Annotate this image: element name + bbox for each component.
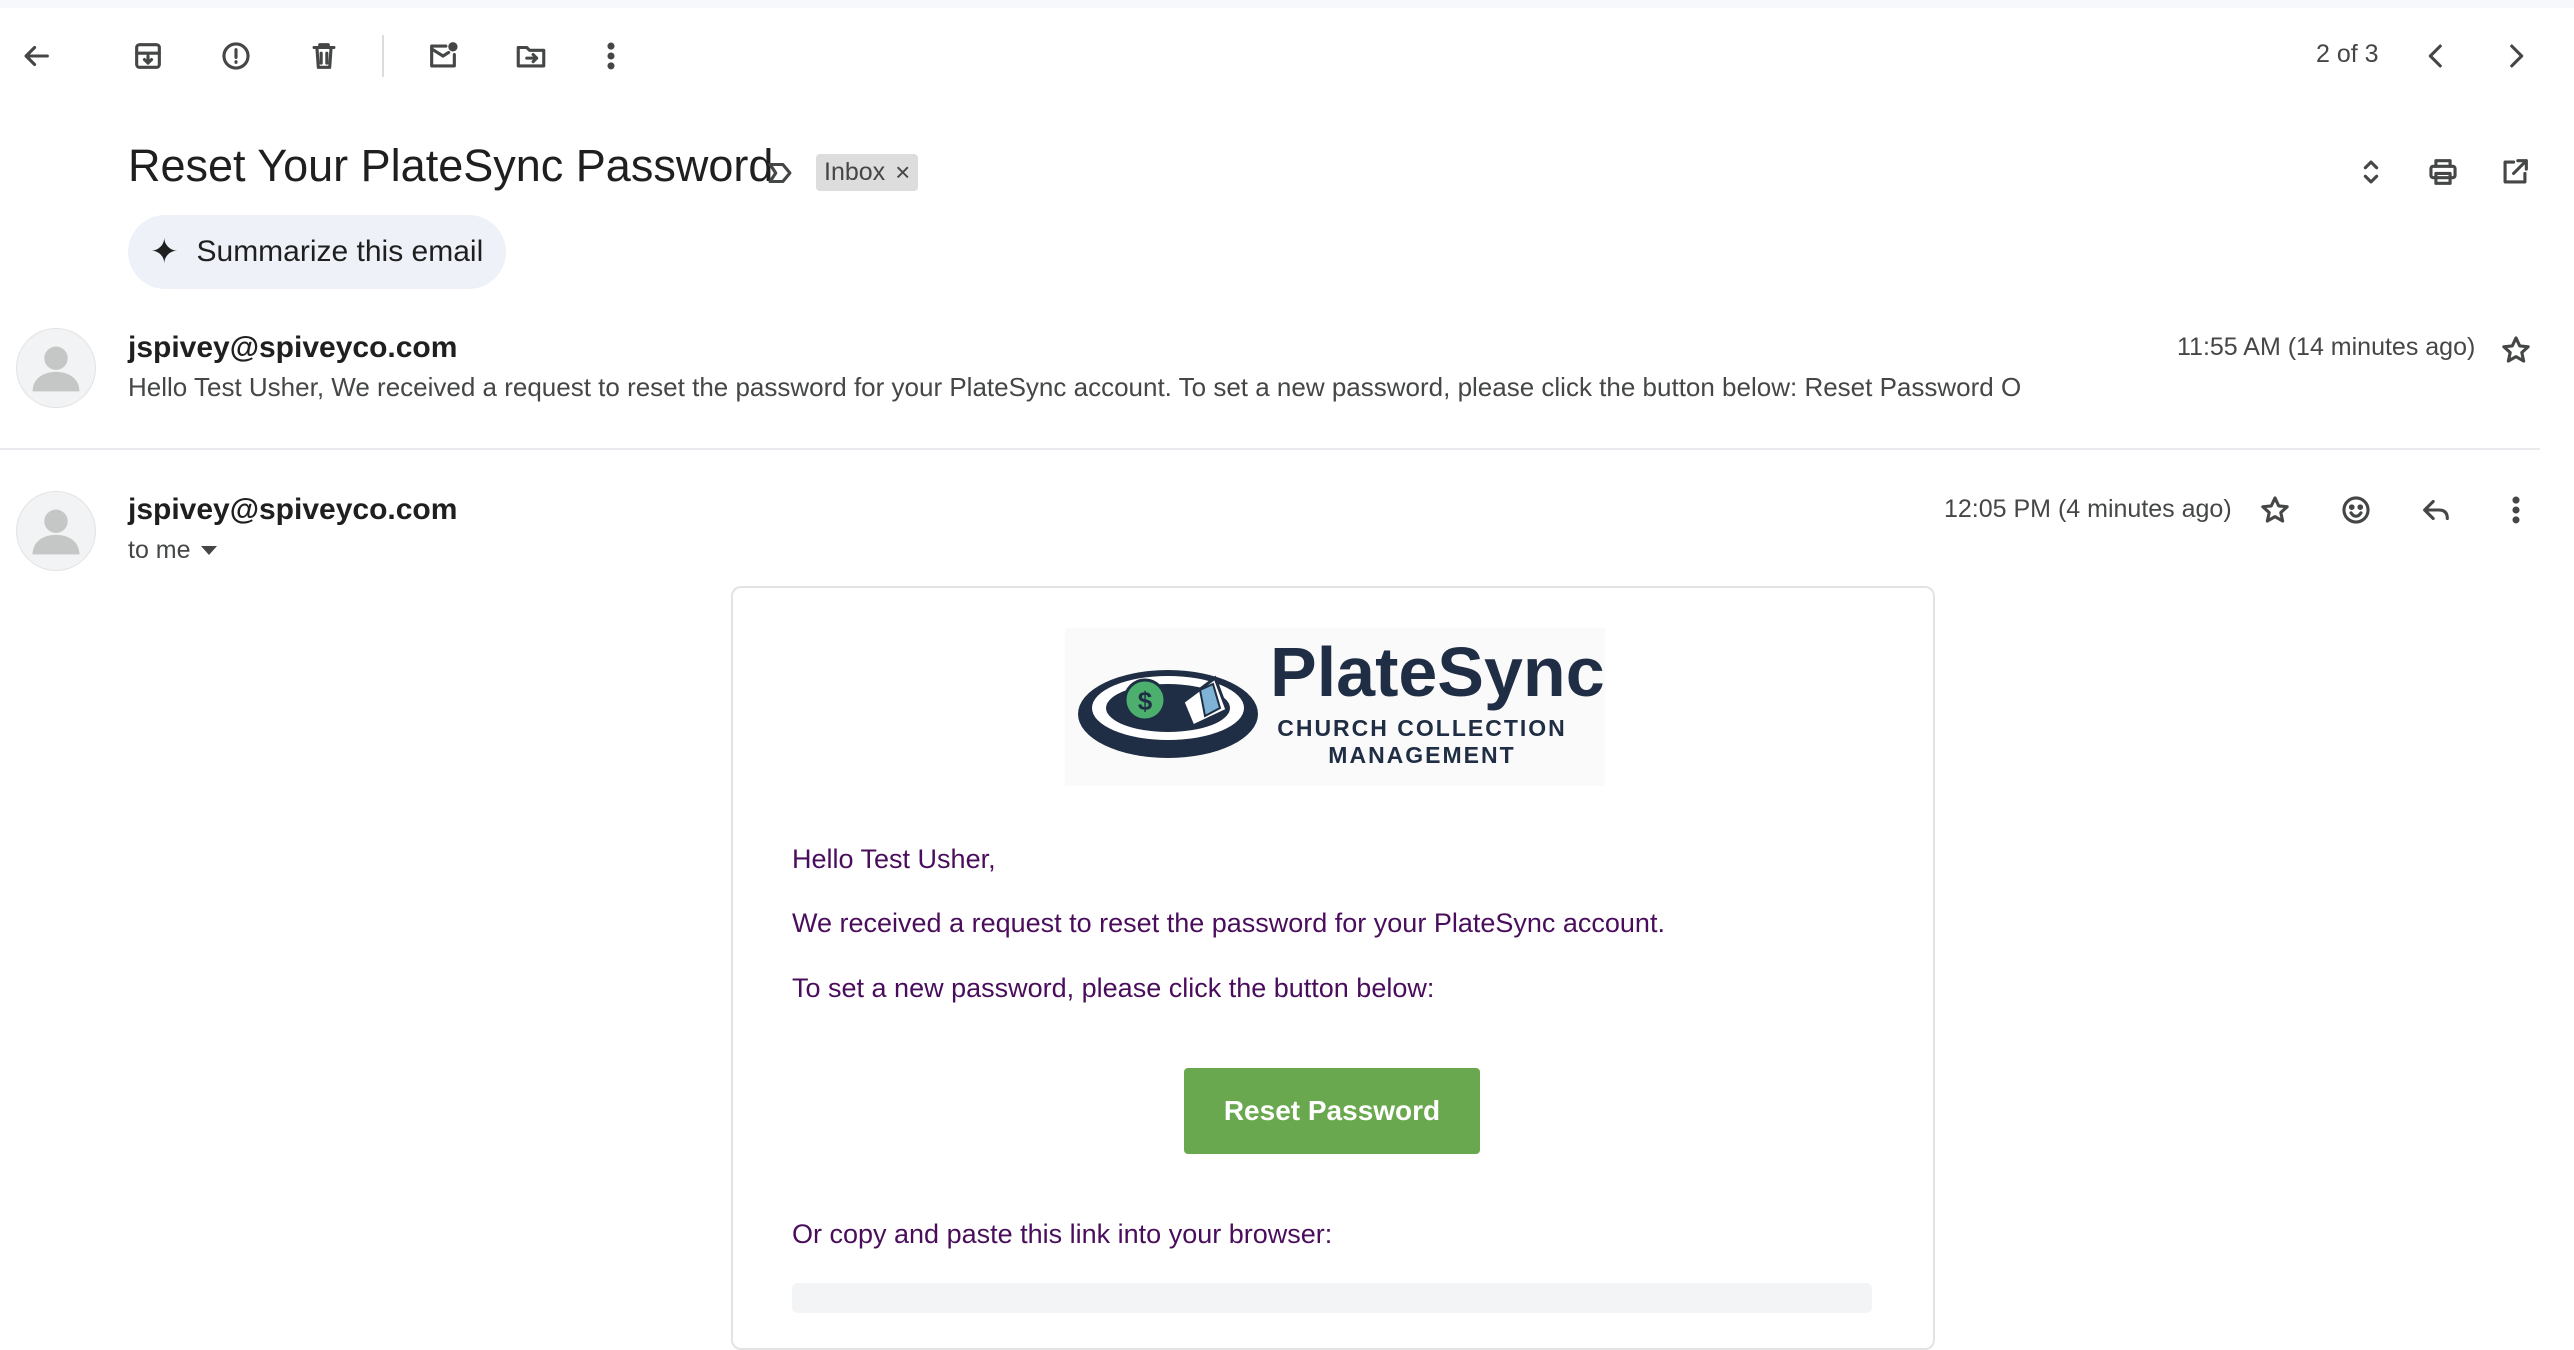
message-more-button[interactable] xyxy=(2488,482,2544,538)
sparkle-icon: ✦ xyxy=(150,233,179,271)
unfold-more-icon xyxy=(2363,160,2379,184)
report-spam-button[interactable] xyxy=(208,28,264,84)
pagination-count: 2 of 3 xyxy=(2316,40,2379,68)
back-button[interactable] xyxy=(8,28,64,84)
more-vert-icon xyxy=(2512,496,2520,524)
chevron-left-icon xyxy=(2428,44,2442,68)
email-paragraph-3: Or copy and paste this link into your br… xyxy=(792,1219,1333,1249)
top-strip xyxy=(0,0,2574,8)
default-avatar-icon xyxy=(32,346,80,392)
logo-tagline-1: CHURCH COLLECTION xyxy=(1277,715,1567,741)
importance-marker[interactable] xyxy=(752,145,808,201)
add-reaction-button[interactable] xyxy=(2328,482,2384,538)
move-to-button[interactable] xyxy=(503,28,559,84)
recipient-details-toggle[interactable]: to me xyxy=(128,536,217,565)
label-chip-inbox: Inbox × xyxy=(816,154,919,191)
default-avatar-icon xyxy=(32,509,80,555)
mark-unread-icon xyxy=(430,42,458,68)
summarize-label: Summarize this email xyxy=(196,235,484,268)
print-icon xyxy=(2429,159,2457,185)
more-options-button[interactable] xyxy=(583,28,639,84)
open-in-new-icon xyxy=(2503,159,2528,184)
email-paragraph-2: To set a new password, please click the … xyxy=(792,973,1435,1003)
chevron-down-icon xyxy=(200,546,217,555)
reply-icon xyxy=(2423,499,2449,521)
delete-button[interactable] xyxy=(296,28,352,84)
message-snippet[interactable]: Hello Test Usher, We received a request … xyxy=(128,372,2021,403)
delete-icon xyxy=(312,43,336,69)
avatar[interactable] xyxy=(16,328,96,408)
toolbar-separator xyxy=(382,35,384,77)
print-all-button[interactable] xyxy=(2415,144,2471,200)
logo-tagline-2: MANAGEMENT xyxy=(1328,742,1515,768)
back-arrow-icon xyxy=(24,45,49,67)
star-button[interactable] xyxy=(2488,322,2544,378)
archive-button[interactable] xyxy=(120,28,176,84)
recipient-label: to me xyxy=(128,536,191,564)
email-paragraph-1: We received a request to reset the passw… xyxy=(792,908,1665,938)
more-vert-icon xyxy=(607,42,615,70)
label-important-icon xyxy=(768,162,792,184)
star-icon xyxy=(2502,336,2530,363)
reset-link-box[interactable] xyxy=(792,1283,1872,1313)
archive-icon xyxy=(135,43,161,69)
reset-password-button[interactable]: Reset Password xyxy=(1184,1068,1480,1154)
label-chip-text: Inbox xyxy=(824,158,886,186)
reply-button[interactable] xyxy=(2408,482,2464,538)
emoji-icon xyxy=(2342,496,2370,524)
mark-unread-button[interactable] xyxy=(415,28,471,84)
expand-all-button[interactable] xyxy=(2343,144,2399,200)
message-divider xyxy=(0,448,2540,450)
message-time: 11:55 AM (14 minutes ago) xyxy=(2177,333,2476,361)
star-icon xyxy=(2261,496,2289,523)
message-time: 12:05 PM (4 minutes ago) xyxy=(1944,495,2232,523)
older-button[interactable] xyxy=(2488,28,2544,84)
platesync-logo: $ PlateSync CHURCH COLLECTION MANAGEMENT xyxy=(1065,628,1605,786)
remove-label-button[interactable]: × xyxy=(895,157,910,188)
svg-text:$: $ xyxy=(1138,686,1153,716)
newer-button[interactable] xyxy=(2408,28,2464,84)
chevron-right-icon xyxy=(2510,44,2524,68)
sender-name[interactable]: jspivey@spiveyco.com xyxy=(128,331,457,365)
star-button[interactable] xyxy=(2247,482,2303,538)
summarize-email-button[interactable]: ✦ Summarize this email xyxy=(128,215,506,289)
email-subject: Reset Your PlateSync Password xyxy=(128,140,774,191)
email-greeting: Hello Test Usher, xyxy=(792,844,996,874)
report-spam-icon xyxy=(222,42,250,70)
logo-brand-text: PlateSync xyxy=(1270,633,1605,711)
open-new-window-button[interactable] xyxy=(2487,144,2543,200)
sender-name[interactable]: jspivey@spiveyco.com xyxy=(128,493,457,527)
avatar[interactable] xyxy=(16,491,96,571)
move-to-icon xyxy=(516,45,546,68)
